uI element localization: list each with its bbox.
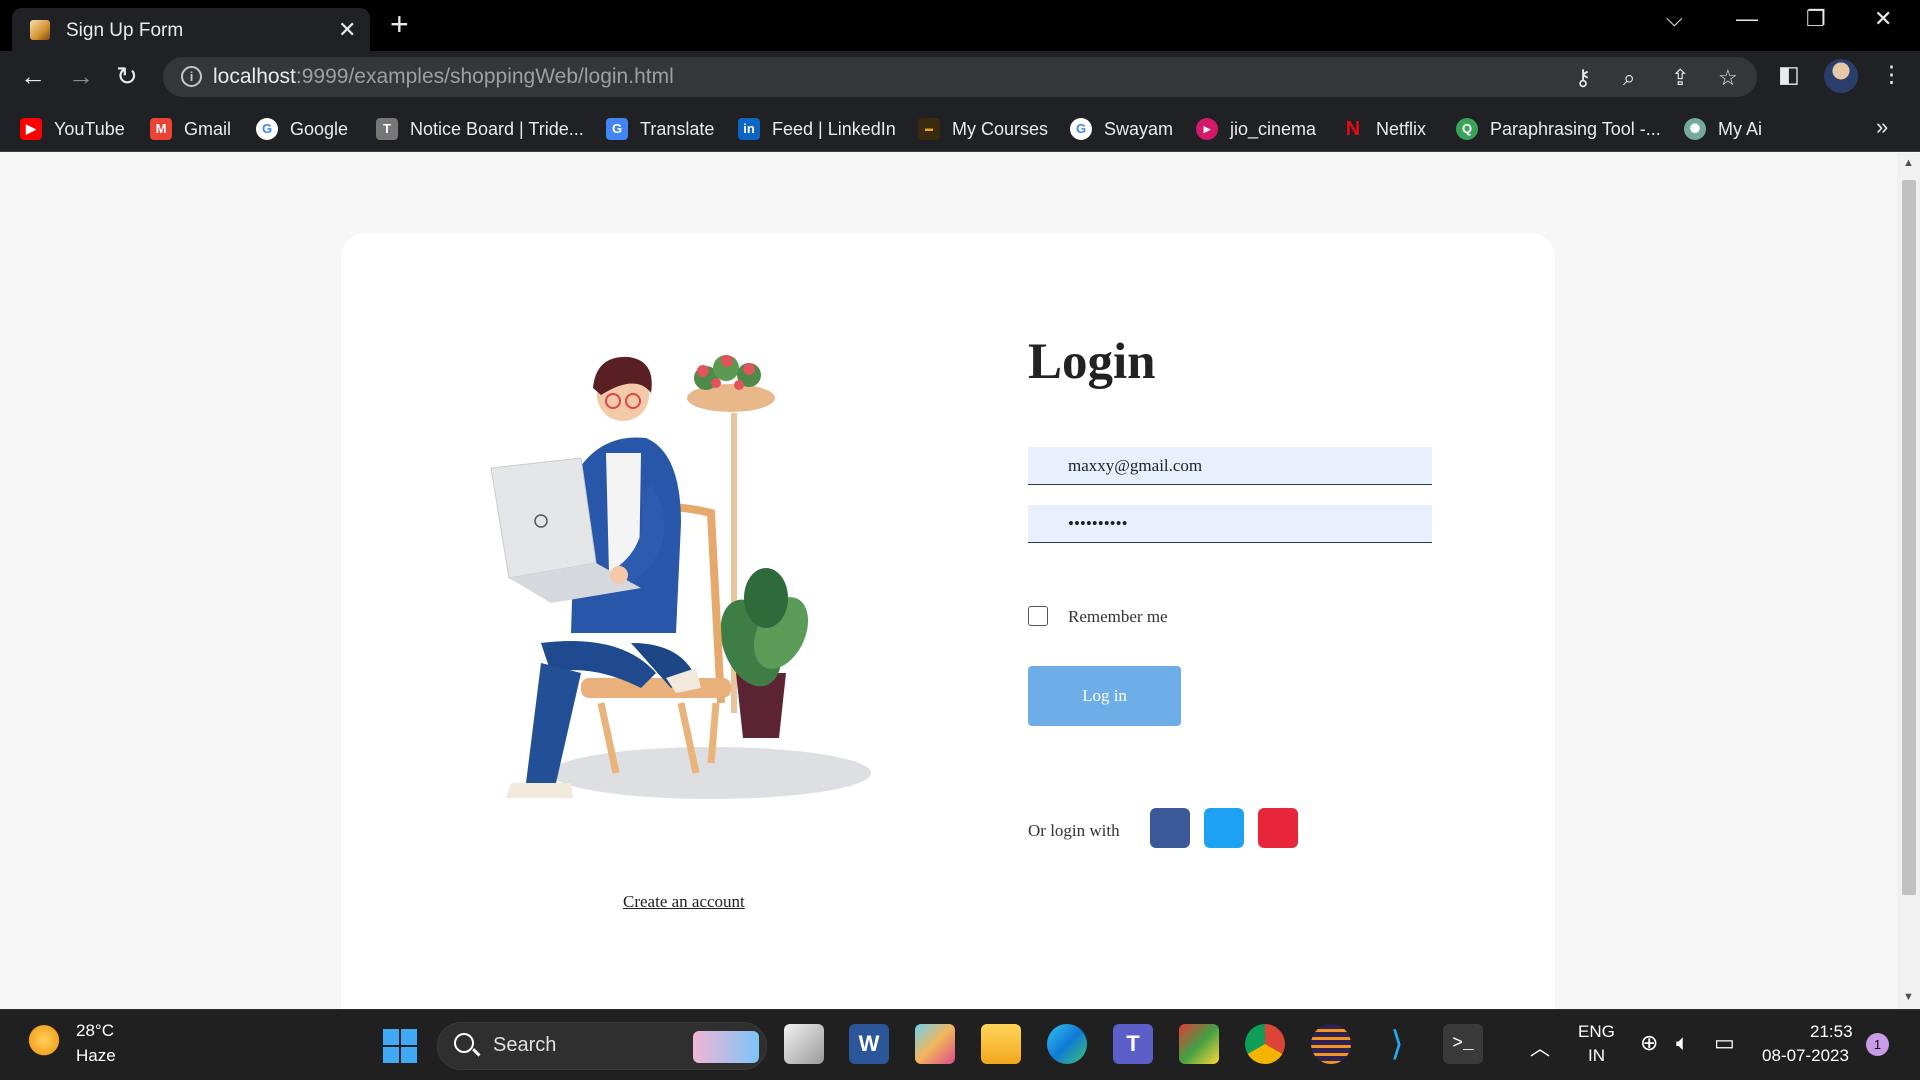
network-globe-icon[interactable]: ⊕ [1640, 1030, 1658, 1056]
weather-temperature[interactable]: 28°C [76, 1021, 114, 1041]
bookmark-my-ai[interactable]: ✺ My Ai [1684, 116, 1762, 142]
login-button[interactable]: Log in [1028, 666, 1181, 726]
clock-date[interactable]: 08-07-2023 [1762, 1046, 1849, 1066]
gmail-icon: M [150, 118, 172, 140]
paraphrasing-icon: Q [1456, 118, 1478, 140]
title-bar: Sign Up Form ✕ + ⌵ — ❐ ✕ [0, 0, 1920, 51]
translate-icon: G [606, 118, 628, 140]
login-heading: Login [1028, 334, 1156, 390]
browser-toolbar: ← → ↻ i localhost:9999/examples/shopping… [0, 51, 1920, 104]
password-key-icon[interactable]: ⚷ [1575, 65, 1591, 91]
edge-browser-icon[interactable] [1047, 1024, 1087, 1064]
facebook-login-button[interactable] [1150, 808, 1190, 848]
profile-avatar[interactable] [1824, 59, 1858, 93]
bookmarks-overflow-icon[interactable]: » [1876, 114, 1888, 140]
remember-me-label: Remember me [1068, 607, 1168, 626]
bookmark-youtube[interactable]: ▶ YouTube [20, 116, 125, 142]
or-login-with-label: Or login with [1028, 821, 1120, 840]
close-window-button[interactable]: ✕ [1874, 6, 1892, 32]
bookmark-netflix[interactable]: N Netflix [1342, 116, 1426, 142]
page-viewport: Create an account Login Remember me Log … [0, 153, 1897, 1009]
language-region[interactable]: IN [1588, 1046, 1605, 1066]
tray-overflow-icon[interactable]: ︿ [1530, 1032, 1550, 1061]
bookmark-star-icon[interactable]: ☆ [1718, 65, 1738, 91]
eclipse-icon[interactable] [1311, 1024, 1351, 1064]
clock-time[interactable]: 21:53 [1810, 1022, 1853, 1042]
search-label: Search [493, 1034, 557, 1056]
bookmark-gmail[interactable]: M Gmail [150, 116, 231, 142]
bookmarks-bar: ▶ YouTube M Gmail G Google T Notice Board | … [0, 104, 1920, 152]
site-info-icon[interactable]: i [181, 66, 202, 87]
notification-badge[interactable]: 1 [1866, 1033, 1889, 1056]
courses-icon: ▬ [918, 118, 940, 140]
file-explorer-icon[interactable] [981, 1024, 1021, 1064]
password-input[interactable] [1028, 505, 1432, 543]
new-tab-button[interactable]: + [390, 6, 409, 43]
scroll-down-icon[interactable]: ▼ [1903, 991, 1914, 1003]
weather-haze-icon[interactable] [26, 1024, 66, 1060]
windows-start-icon[interactable] [382, 1028, 418, 1064]
app-cube-icon[interactable] [915, 1024, 955, 1064]
tab-favicon-icon [30, 20, 50, 40]
google-icon: G [256, 118, 278, 140]
scroll-up-icon[interactable]: ▲ [1903, 157, 1914, 169]
back-icon[interactable]: ← [20, 61, 46, 92]
person-with-laptop-illustration [490, 355, 871, 799]
bookmark-jio-cinema[interactable]: ▸ jio_cinema [1196, 116, 1316, 142]
vscode-icon[interactable]: ⟩ [1377, 1024, 1417, 1064]
volume-icon[interactable]: 🔈︎ [1676, 1030, 1689, 1056]
language-code[interactable]: ENG [1578, 1022, 1615, 1042]
bookmark-my-courses[interactable]: ▬ My Courses [918, 116, 1048, 142]
taskbar-search-box[interactable]: Search [437, 1022, 767, 1070]
terminal-icon[interactable]: >_ [1443, 1024, 1483, 1064]
teams-icon[interactable]: T [1113, 1024, 1153, 1064]
share-icon[interactable]: ⇪ [1671, 65, 1689, 91]
zoom-icon[interactable]: ⌕ [1623, 65, 1635, 91]
page-scrollbar[interactable]: ▲ ▼ [1897, 153, 1920, 1009]
minimize-button[interactable]: — [1736, 6, 1758, 32]
search-icon [454, 1033, 474, 1053]
search-highlight-icon [693, 1031, 759, 1063]
bookmark-linkedin[interactable]: in Feed | LinkedIn [738, 116, 896, 142]
winzip-icon[interactable] [1179, 1024, 1219, 1064]
side-panel-icon[interactable]: ◧ [1778, 61, 1800, 88]
menu-kebab-icon[interactable]: ⋮ [1880, 61, 1903, 88]
youtube-icon: ▶ [20, 118, 42, 140]
browser-tab[interactable]: Sign Up Form ✕ [12, 8, 370, 51]
openai-icon: ✺ [1684, 118, 1706, 140]
notice-board-icon: T [376, 118, 398, 140]
scrollbar-thumb[interactable] [1902, 180, 1916, 895]
jio-cinema-icon: ▸ [1196, 118, 1218, 140]
windows-taskbar: 28°C Haze Search W T ⟩ >_ ︿ ENG IN ⊕ 🔈︎ … [0, 1009, 1920, 1080]
bookmark-google[interactable]: G Google [256, 116, 348, 142]
bookmark-notice-board[interactable]: T Notice Board | Tride... [376, 116, 584, 142]
login-card: Create an account Login Remember me Log … [341, 233, 1555, 1009]
weather-condition[interactable]: Haze [76, 1046, 116, 1066]
email-input[interactable] [1028, 447, 1432, 485]
word-app-icon[interactable]: W [849, 1024, 889, 1064]
netflix-icon: N [1345, 118, 1361, 140]
battery-icon[interactable]: ▭ [1714, 1030, 1735, 1056]
google-login-button[interactable] [1258, 808, 1298, 848]
chrome-icon[interactable] [1245, 1024, 1285, 1064]
address-bar[interactable]: i localhost:9999/examples/shoppingWeb/lo… [163, 57, 1757, 97]
restore-button[interactable]: ❐ [1806, 6, 1826, 32]
forward-icon[interactable]: → [68, 61, 94, 92]
twitter-login-button[interactable] [1204, 808, 1244, 848]
tab-search-icon[interactable]: ⌵ [1666, 6, 1683, 32]
remember-me-checkbox[interactable] [1028, 606, 1048, 626]
tab-title: Sign Up Form [66, 20, 184, 41]
bookmark-paraphrasing[interactable]: Q Paraphrasing Tool -... [1456, 116, 1661, 142]
create-account-link[interactable]: Create an account [623, 892, 745, 912]
linkedin-icon: in [738, 118, 760, 140]
bookmark-swayam[interactable]: G Swayam [1070, 116, 1173, 142]
task-view-icon[interactable] [784, 1024, 824, 1064]
tab-close-icon[interactable]: ✕ [338, 17, 356, 43]
url-text[interactable]: localhost:9999/examples/shoppingWeb/logi… [213, 65, 674, 89]
swayam-icon: G [1070, 118, 1092, 140]
bookmark-translate[interactable]: G Translate [606, 116, 714, 142]
reload-icon[interactable]: ↻ [116, 61, 138, 92]
